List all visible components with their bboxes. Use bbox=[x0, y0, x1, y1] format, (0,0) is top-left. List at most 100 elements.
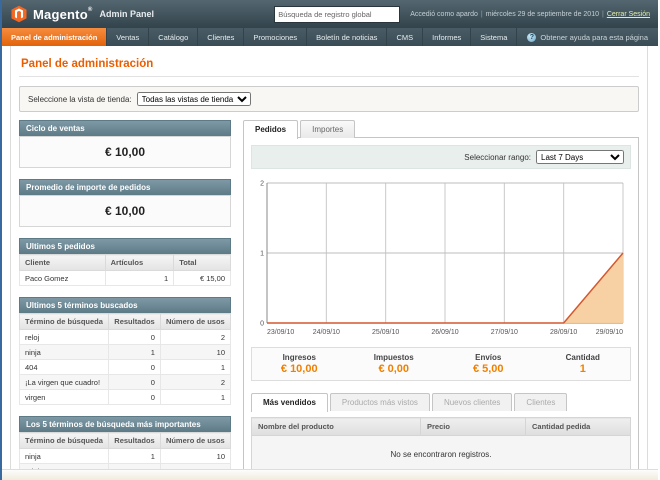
nav-item-cms[interactable]: CMS bbox=[387, 28, 423, 46]
col-header: Término de búsqueda bbox=[20, 433, 109, 449]
total-label: Cantidad bbox=[536, 353, 631, 362]
col-header: Nombre del producto bbox=[252, 418, 421, 436]
search-results: 0 bbox=[109, 375, 161, 390]
col-header: Término de búsqueda bbox=[20, 314, 109, 330]
search-results: 0 bbox=[109, 330, 161, 345]
header: Magento® Admin Panel Accedió como apardo… bbox=[2, 0, 658, 28]
svg-text:24/09/10: 24/09/10 bbox=[313, 329, 340, 336]
bestsellers-grid: Nombre del producto Precio Cantidad pedi… bbox=[251, 417, 631, 474]
col-header: Resultados bbox=[109, 314, 161, 330]
logged-in-as: Accedió como apardo bbox=[410, 11, 478, 18]
dashboard-columns: Ciclo de ventas € 10,00 Promedio de impo… bbox=[19, 120, 639, 480]
total-label: Envíos bbox=[441, 353, 536, 362]
box-title: Los 5 términos de búsqueda más important… bbox=[19, 416, 231, 432]
total-label: Impuestos bbox=[347, 353, 442, 362]
search-term: 404 bbox=[20, 360, 109, 375]
total-quantity: Cantidad 1 bbox=[536, 353, 631, 375]
search-term: ninja bbox=[20, 449, 109, 464]
total-value: € 10,00 bbox=[252, 363, 347, 375]
total-revenue: Ingresos € 10,00 bbox=[252, 353, 347, 375]
svg-text:29/09/10: 29/09/10 bbox=[596, 329, 623, 336]
chart-tabs: Pedidos Importes bbox=[243, 120, 639, 138]
table-row[interactable]: virgen 0 1 bbox=[20, 390, 231, 405]
svg-text:2: 2 bbox=[260, 181, 264, 188]
last-search-table: Término de búsqueda Resultados Número de… bbox=[19, 313, 231, 405]
nav-item-sales[interactable]: Ventas bbox=[107, 28, 149, 46]
total-label: Ingresos bbox=[252, 353, 347, 362]
search-term: ¡La virgen que cuadro! bbox=[20, 375, 109, 390]
search-term: ninja bbox=[20, 345, 109, 360]
no-records-message: No se encontraron registros. bbox=[252, 436, 631, 474]
get-help-link[interactable]: ? Obtener ayuda para esta página bbox=[517, 28, 658, 46]
table-row[interactable]: ninja 1 10 bbox=[20, 449, 231, 464]
table-row[interactable]: ¡La virgen que cuadro! 0 2 bbox=[20, 375, 231, 390]
svg-text:0: 0 bbox=[260, 321, 264, 328]
help-label: Obtener ayuda para esta página bbox=[540, 33, 648, 42]
orders-chart-container: 23/09/1024/09/1025/09/1026/09/1027/09/10… bbox=[251, 175, 631, 337]
page-content: Panel de administración Seleccione la vi… bbox=[10, 46, 648, 480]
brand-trademark: ® bbox=[88, 7, 93, 13]
table-row[interactable]: ninja 1 10 bbox=[20, 345, 231, 360]
nav-item-system[interactable]: Sistema bbox=[471, 28, 517, 46]
search-results: 1 bbox=[109, 449, 161, 464]
total-value: € 0,00 bbox=[347, 363, 442, 375]
main-nav: Panel de administración Ventas Catálogo … bbox=[2, 28, 658, 46]
tab-most-viewed[interactable]: Productos más vistos bbox=[330, 393, 430, 411]
search-uses: 1 bbox=[160, 360, 230, 375]
tab-new-customers[interactable]: Nuevos clientes bbox=[432, 393, 512, 411]
lifetime-sales-box: Ciclo de ventas € 10,00 bbox=[19, 120, 231, 168]
search-results: 0 bbox=[109, 390, 161, 405]
range-bar: Seleccionar rango: Last 7 Days bbox=[251, 145, 631, 169]
tab-bestsellers[interactable]: Más vendidos bbox=[251, 393, 328, 412]
nav-item-reports[interactable]: Informes bbox=[423, 28, 471, 46]
footer-strip bbox=[2, 469, 658, 480]
box-title: Ultimos 5 términos buscados bbox=[19, 297, 231, 313]
col-header: Número de usos bbox=[160, 314, 230, 330]
svg-text:25/09/10: 25/09/10 bbox=[372, 329, 399, 336]
nav-item-dashboard[interactable]: Panel de administración bbox=[2, 28, 107, 46]
global-search-input[interactable] bbox=[274, 6, 400, 23]
store-view-select[interactable]: Todas las vistas de tienda bbox=[137, 92, 251, 106]
total-shipping: Envíos € 5,00 bbox=[441, 353, 536, 375]
search-uses: 2 bbox=[160, 330, 230, 345]
logout-link[interactable]: Cerrar Sesión bbox=[607, 11, 650, 18]
average-orders-box: Promedio de importe de pedidos € 10,00 bbox=[19, 179, 231, 227]
total-value: 1 bbox=[536, 363, 631, 375]
col-header: Cantidad pedida bbox=[526, 418, 631, 436]
nav-item-catalog[interactable]: Catálogo bbox=[149, 28, 198, 46]
col-header: Número de usos bbox=[160, 433, 230, 449]
average-orders-value: € 10,00 bbox=[19, 195, 231, 227]
table-row[interactable]: Paco Gomez 1 € 15,00 bbox=[20, 271, 231, 286]
chart-panel: Seleccionar rango: Last 7 Days 23/09/10 2… bbox=[243, 137, 639, 480]
search-results: 0 bbox=[109, 360, 161, 375]
last-orders-box: Ultimos 5 pedidos Cliente Artículos Tota… bbox=[19, 238, 231, 286]
range-label: Seleccionar rango: bbox=[464, 153, 531, 162]
box-title: Ciclo de ventas bbox=[19, 120, 231, 136]
store-view-label: Seleccione la vista de tienda: bbox=[28, 95, 132, 104]
nav-item-newsletter[interactable]: Boletín de noticias bbox=[307, 28, 387, 46]
svg-text:27/09/10: 27/09/10 bbox=[491, 329, 518, 336]
table-row[interactable]: reloj 0 2 bbox=[20, 330, 231, 345]
separator: | bbox=[481, 11, 483, 18]
tab-customers[interactable]: Clientes bbox=[514, 393, 567, 411]
svg-text:1: 1 bbox=[260, 251, 264, 258]
last-search-box: Ultimos 5 términos buscados Término de b… bbox=[19, 297, 231, 405]
page-title: Panel de administración bbox=[19, 54, 639, 77]
svg-text:28/09/10: 28/09/10 bbox=[550, 329, 577, 336]
nav-item-customers[interactable]: Clientes bbox=[198, 28, 244, 46]
nav-item-promotions[interactable]: Promociones bbox=[244, 28, 307, 46]
search-uses: 2 bbox=[160, 375, 230, 390]
box-title: Ultimos 5 pedidos bbox=[19, 238, 231, 254]
session-date: miércoles 29 de septiembre de 2010 bbox=[486, 11, 599, 18]
empty-row: No se encontraron registros. bbox=[252, 436, 631, 474]
tab-amounts[interactable]: Importes bbox=[300, 120, 355, 138]
session-info: Accedió como apardo|miércoles 29 de sept… bbox=[410, 11, 650, 18]
tab-orders[interactable]: Pedidos bbox=[243, 120, 298, 139]
search-term: reloj bbox=[20, 330, 109, 345]
svg-text:23/09/10: 23/09/10 bbox=[267, 329, 294, 336]
magento-logo-icon bbox=[10, 5, 28, 23]
order-customer: Paco Gomez bbox=[20, 271, 106, 286]
table-row[interactable]: 404 0 1 bbox=[20, 360, 231, 375]
app-window: Magento® Admin Panel Accedió como apardo… bbox=[0, 0, 658, 480]
range-select[interactable]: Last 7 Days bbox=[536, 150, 624, 164]
